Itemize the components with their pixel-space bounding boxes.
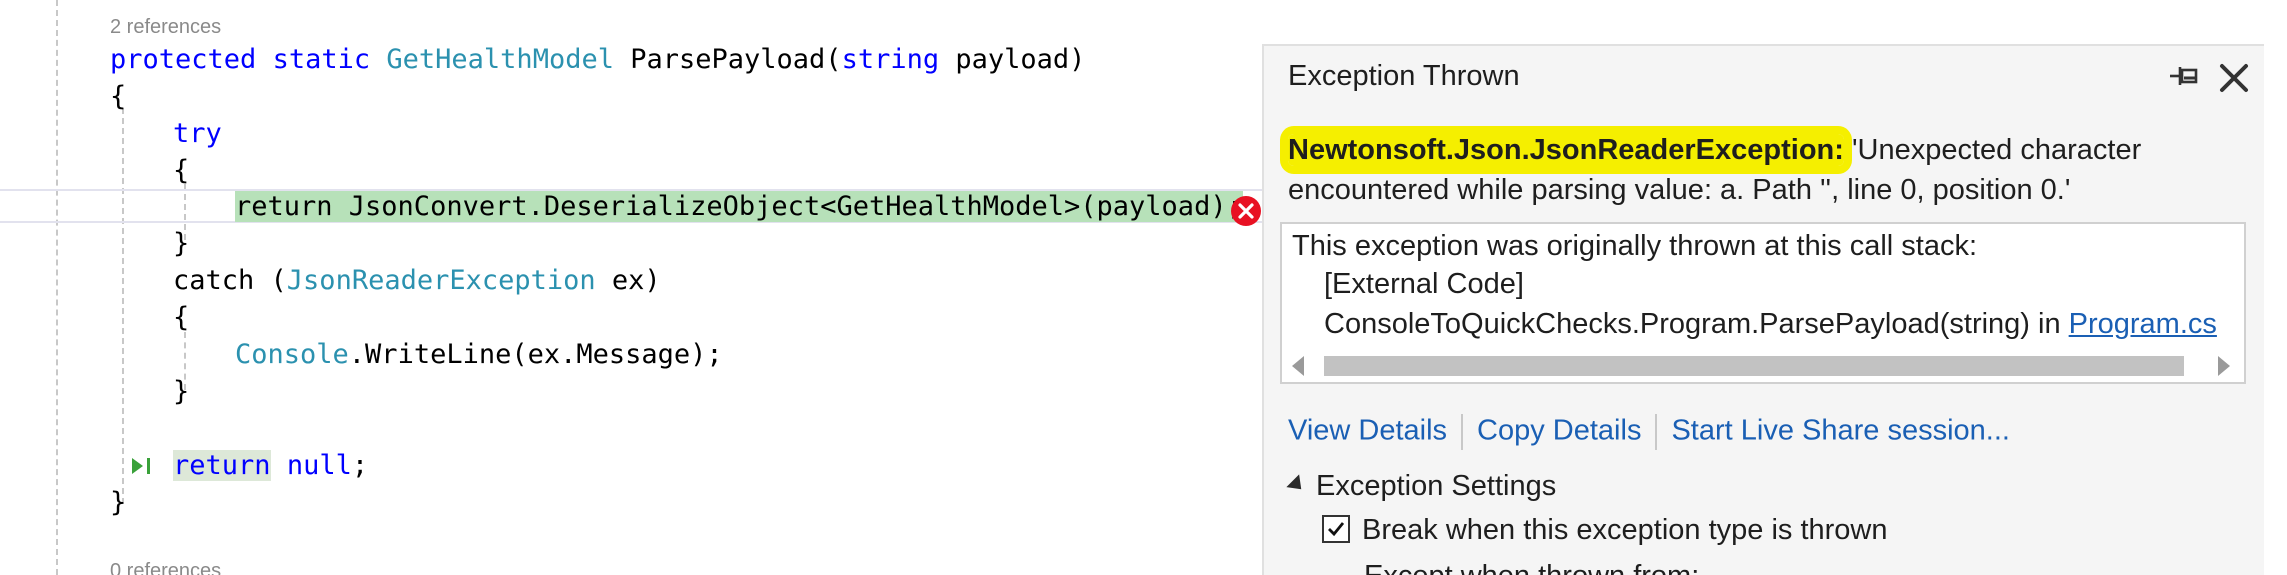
except-when-thrown-label: Except when thrown from: [1364, 560, 1699, 575]
frame-text: ConsoleToQuickChecks.Program.ParsePayloa… [1324, 308, 2069, 340]
view-details-link[interactable]: View Details [1288, 415, 1447, 447]
type-name: GetHealthModel [386, 44, 614, 75]
method-name: ParsePayload( [630, 44, 842, 75]
copy-details-link[interactable]: Copy Details [1477, 415, 1641, 447]
pin-icon[interactable] [2166, 58, 2206, 98]
call-stack-frame[interactable]: [External Code] [1324, 268, 1524, 301]
method-call: .WriteLine(ex.Message); [348, 339, 723, 370]
codelens-references[interactable]: 0 references [110, 560, 221, 575]
code-line[interactable]: } [173, 226, 189, 262]
break-when-thrown-label: Break when this exception type is thrown [1362, 514, 1888, 546]
action-links: View Details Copy Details Start Live Share… [1288, 414, 2010, 450]
set-next-statement-icon[interactable] [128, 453, 154, 479]
live-share-link[interactable]: Start Live Share session... [1671, 415, 2010, 447]
exception-message: Newtonsoft.Json.JsonReaderException: 'Un… [1288, 130, 2248, 210]
parameter: payload) [955, 44, 1086, 75]
keyword: string [841, 44, 940, 75]
expand-triangle-icon [1286, 474, 1308, 496]
code-line-signature[interactable]: protected static GetHealthModel ParsePay… [110, 42, 1085, 78]
exception-popup: Exception Thrown Newtonsoft.Json.JsonRea… [1262, 44, 2264, 575]
close-icon[interactable] [2214, 58, 2254, 98]
popup-title: Exception Thrown [1288, 60, 1520, 92]
current-statement-highlight: return JsonConvert.DeserializeObject<Get… [235, 191, 1243, 222]
code-line[interactable]: { [173, 300, 189, 336]
error-circle-icon[interactable] [1230, 195, 1262, 227]
outline-guide [56, 0, 58, 575]
call-stack-box: This exception was originally thrown at … [1280, 222, 2246, 384]
code-line-try[interactable]: try [173, 116, 222, 152]
link-divider [1461, 414, 1464, 450]
code-line-catch[interactable]: catch (JsonReaderException ex) [173, 263, 661, 299]
keyword: catch ( [173, 265, 287, 296]
indent-guide [122, 108, 124, 504]
scrollbar-thumb[interactable] [1324, 356, 2184, 376]
code-line[interactable]: } [110, 485, 126, 521]
punctuation: ; [351, 450, 369, 481]
exception-settings-toggle[interactable]: Exception Settings [1286, 470, 1557, 503]
keyword: static [272, 44, 371, 75]
code-line[interactable]: } [173, 374, 189, 410]
exception-settings-label: Exception Settings [1316, 470, 1557, 502]
code-line[interactable]: { [173, 153, 189, 189]
code-line[interactable]: { [110, 79, 126, 115]
call-stack-frame[interactable]: ConsoleToQuickChecks.Program.ParsePayloa… [1324, 308, 2217, 341]
break-when-thrown-checkbox[interactable] [1322, 515, 1350, 543]
code-line-return-null[interactable]: return null; [173, 448, 368, 484]
codelens-references[interactable]: 2 references [110, 16, 221, 39]
call-stack-header: This exception was originally thrown at … [1292, 230, 1978, 262]
code-line-current-statement[interactable]: return JsonConvert.DeserializeObject<Get… [235, 189, 1243, 225]
break-when-thrown-row: Break when this exception type is thrown [1322, 514, 1888, 547]
variable: ex) [595, 265, 661, 296]
exception-type: Newtonsoft.Json.JsonReaderException: [1288, 134, 1844, 166]
keyword: null [286, 450, 352, 481]
scroll-right-arrow-icon[interactable] [2218, 356, 2230, 376]
keyword: protected [110, 44, 257, 75]
horizontal-scrollbar[interactable] [1282, 352, 2244, 382]
type-name: Console [235, 339, 349, 370]
type-name: JsonReaderException [286, 265, 596, 296]
source-file-link[interactable]: Program.cs [2069, 308, 2217, 340]
keyword: return [173, 450, 271, 481]
scroll-left-arrow-icon[interactable] [1292, 356, 1304, 376]
code-line-console[interactable]: Console.WriteLine(ex.Message); [235, 337, 723, 373]
link-divider [1655, 414, 1658, 450]
code-editor[interactable]: 2 references protected static GetHealthM… [0, 0, 1262, 575]
